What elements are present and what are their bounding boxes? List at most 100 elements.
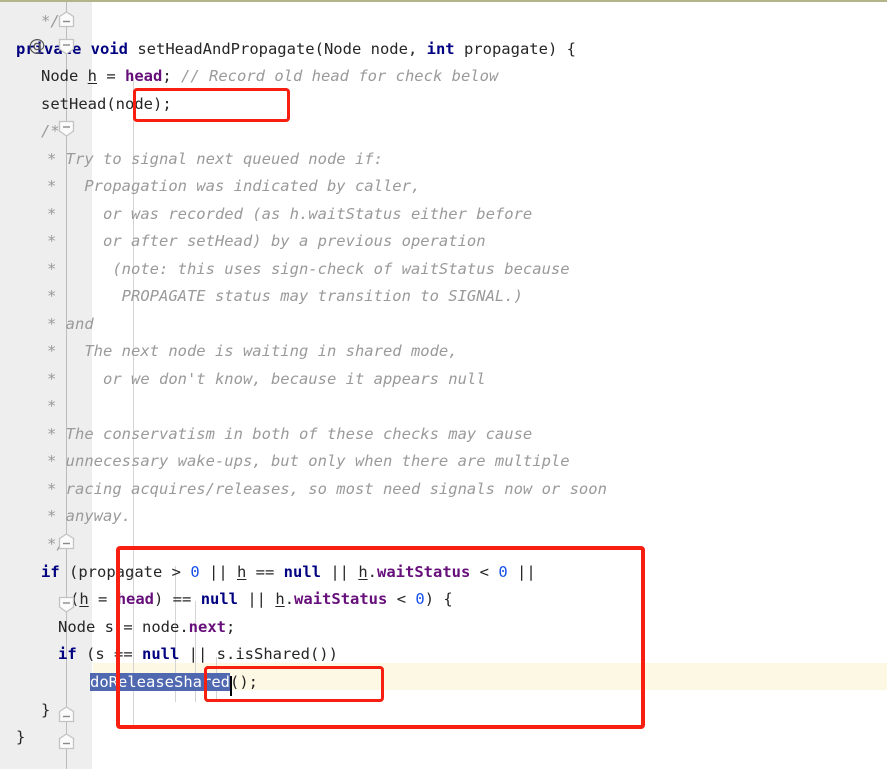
code-token: = xyxy=(88,590,117,608)
code-line[interactable]: * and xyxy=(47,311,94,338)
fold-collapse-icon[interactable] xyxy=(58,733,75,750)
code-line[interactable]: * anyway. xyxy=(47,503,131,530)
code-line[interactable]: private void setHeadAndPropagate(Node no… xyxy=(16,36,576,63)
code-token: || xyxy=(321,563,359,581)
comment-token: * (note: this uses sign-check of waitSta… xyxy=(47,260,570,278)
code-line[interactable]: setHead(node); xyxy=(41,91,172,118)
code-line[interactable]: if (s == null || s.isShared()) xyxy=(58,641,338,668)
code-token: || xyxy=(238,590,276,608)
code-line[interactable]: * or we don't know, because it appears n… xyxy=(47,366,486,393)
code-line[interactable]: * or was recorded (as h.waitStatus eithe… xyxy=(47,201,532,228)
comment-token: * xyxy=(47,397,57,415)
comment-token: * or was recorded (as h.waitStatus eithe… xyxy=(47,205,533,223)
code-token: ) { xyxy=(424,590,453,608)
code-line[interactable]: * or after setHead) by a previous operat… xyxy=(47,228,486,255)
code-token: setHeadAndPropagate(Node node, xyxy=(128,40,427,58)
number-token: 0 xyxy=(415,590,425,608)
code-token: . xyxy=(367,563,378,581)
code-token: . xyxy=(284,590,295,608)
comment-token: * or we don't know, because it appears n… xyxy=(47,370,486,388)
keyword-token: null xyxy=(142,645,180,663)
code-line[interactable]: * The next node is waiting in shared mod… xyxy=(47,338,458,365)
variable-token: h xyxy=(358,563,368,581)
code-token: setHead(node); xyxy=(41,95,172,113)
comment-token: * or after setHead) by a previous operat… xyxy=(47,232,486,250)
code-token: || xyxy=(507,563,536,581)
field-token: waitStatus xyxy=(294,590,388,608)
code-line[interactable]: * racing acquires/releases, so most need… xyxy=(47,476,607,503)
code-text-area[interactable]: */ private void setHeadAndPropagate(Node … xyxy=(16,2,887,769)
code-line[interactable]: if (propagate > 0 || h == null || h.wait… xyxy=(41,559,536,586)
comment-token: * The conservatism in both of these chec… xyxy=(47,425,533,443)
code-line[interactable]: (h = head) == null || h.waitStatus < 0) … xyxy=(70,586,453,613)
code-token: < xyxy=(470,563,499,581)
variable-token: h xyxy=(237,563,247,581)
keyword-token: null xyxy=(283,563,321,581)
fold-end-icon[interactable] xyxy=(58,120,75,137)
comment-token: * unnecessary wake-ups, but only when th… xyxy=(47,452,570,470)
fold-collapse-icon[interactable] xyxy=(58,706,75,723)
code-line[interactable]: Node h = head; // Record old head for ch… xyxy=(41,63,498,90)
variable-token: h xyxy=(79,590,89,608)
code-line[interactable]: * Try to signal next queued node if: xyxy=(47,146,383,173)
code-editor[interactable]: @ */ private void setHeadAndPropagate(Nod… xyxy=(0,0,887,769)
comment-token: * Try to signal next queued node if: xyxy=(47,150,383,168)
selected-text[interactable]: doReleaseShared xyxy=(90,673,230,691)
code-token: (propagate > xyxy=(59,563,191,581)
comment-token: */ xyxy=(41,12,60,30)
fold-collapse-icon[interactable] xyxy=(58,11,75,28)
code-token: < xyxy=(387,590,416,608)
variable-token: h xyxy=(275,590,285,608)
code-line[interactable]: /* xyxy=(41,118,60,145)
keyword-token: if xyxy=(41,563,60,581)
code-line[interactable]: Node s = node.next; xyxy=(58,614,235,641)
code-token: || s.isShared()) xyxy=(179,645,338,663)
comment-token: * PROPAGATE status may transition to SIG… xyxy=(47,287,523,305)
code-line[interactable]: * The conservatism in both of these chec… xyxy=(47,421,532,448)
variable-token: h xyxy=(87,67,98,85)
comment-token: * and xyxy=(47,315,94,333)
code-token: } xyxy=(41,701,51,719)
keyword-token: if xyxy=(58,645,77,663)
code-token: ; xyxy=(225,618,236,636)
comment-token: // Record old head for check below xyxy=(181,67,499,85)
code-token: = xyxy=(97,67,126,85)
code-token: (s == xyxy=(76,645,142,663)
keyword-token: void xyxy=(90,40,128,58)
code-token: || xyxy=(199,563,237,581)
code-token: } xyxy=(16,728,26,746)
field-token: next xyxy=(188,618,226,636)
code-token: ) == xyxy=(154,590,201,608)
code-line[interactable]: */ xyxy=(41,8,60,35)
comment-token: * Propagation was indicated by caller, xyxy=(47,177,421,195)
comment-token: * anyway. xyxy=(47,507,131,525)
fold-end-icon[interactable] xyxy=(58,38,75,55)
field-token: head xyxy=(116,590,155,608)
field-token: head xyxy=(125,67,163,85)
code-line[interactable]: * xyxy=(47,393,56,420)
code-line[interactable]: doReleaseShared(); xyxy=(90,669,258,696)
text-caret: (); xyxy=(229,673,258,691)
code-token: == xyxy=(246,563,284,581)
code-token: propagate) { xyxy=(454,40,576,58)
code-line[interactable]: * (note: this uses sign-check of waitSta… xyxy=(47,256,570,283)
comment-token: * The next node is waiting in shared mod… xyxy=(47,342,458,360)
code-token: Node s = node. xyxy=(58,618,189,636)
comment-token: /* xyxy=(41,122,60,140)
code-line[interactable]: } xyxy=(41,697,50,724)
number-token: 0 xyxy=(190,563,200,581)
code-token: Node xyxy=(41,67,88,85)
fold-collapse-icon[interactable] xyxy=(58,533,75,550)
keyword-token: int xyxy=(426,40,455,58)
annotation-at-icon[interactable]: @ xyxy=(27,38,47,55)
field-token: waitStatus xyxy=(377,563,471,581)
comment-token: * racing acquires/releases, so most need… xyxy=(47,480,607,498)
code-line[interactable]: } xyxy=(16,724,25,751)
number-token: 0 xyxy=(498,563,508,581)
code-line[interactable]: * unnecessary wake-ups, but only when th… xyxy=(47,448,570,475)
fold-end-icon[interactable] xyxy=(58,596,75,613)
code-line[interactable]: * Propagation was indicated by caller, xyxy=(47,173,420,200)
code-line[interactable]: * PROPAGATE status may transition to SIG… xyxy=(47,283,523,310)
code-token: ; xyxy=(162,67,182,85)
